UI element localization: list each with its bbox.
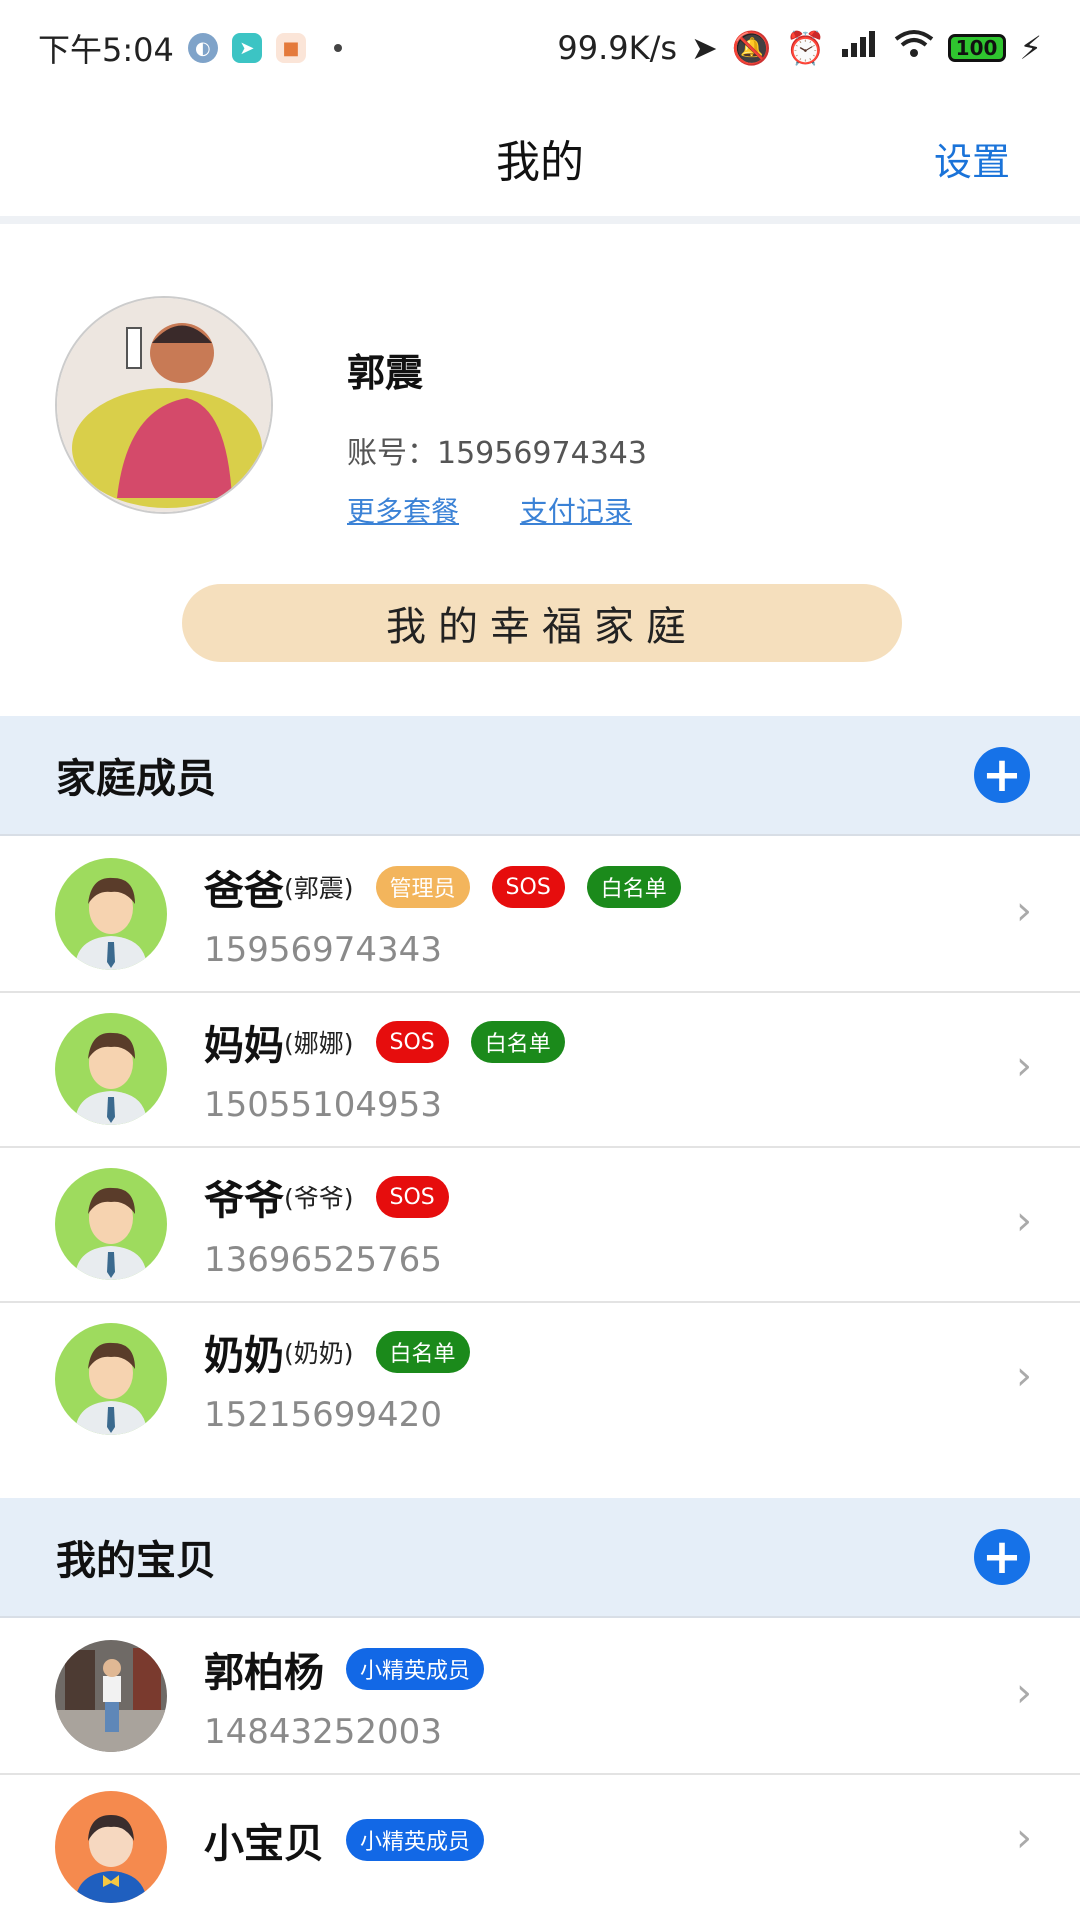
chevron-right-icon: ›	[1016, 888, 1032, 934]
whitelist-badge: 白名单	[470, 1021, 565, 1063]
baby-name-row: 小宝贝 小精英成员	[204, 1811, 506, 1869]
wifi-icon	[894, 29, 934, 67]
status-bar-right: 99.9K/s ➤ 🔕 ⏰ 100 ⚡	[557, 29, 1042, 67]
mute-icon: 🔕	[731, 29, 772, 67]
chevron-right-icon: ›	[1016, 1043, 1032, 1089]
admin-badge: 管理员	[375, 866, 470, 908]
plus-icon: +	[981, 1529, 1023, 1585]
add-family-member-button[interactable]: +	[974, 747, 1030, 803]
elite-member-badge: 小精英成员	[346, 1648, 485, 1690]
member-phone: 15956974343	[204, 930, 442, 970]
more-plans-link[interactable]: 更多套餐	[347, 495, 459, 528]
member-name-row: 爸爸 (郭震) 管理员 SOS 白名单	[204, 858, 703, 916]
baby-avatar	[55, 1640, 167, 1752]
chevron-right-icon: ›	[1016, 1815, 1032, 1861]
family-member-row[interactable]: 妈妈 (娜娜) SOS 白名单 15055104953 ›	[0, 993, 1080, 1148]
member-phone: 13696525765	[204, 1240, 442, 1280]
member-nickname: (爷爷)	[284, 1184, 354, 1213]
profile-card: 郭震 账号：15956974343 更多套餐 支付记录 我的幸福家庭	[0, 224, 1080, 716]
member-avatar	[55, 858, 167, 970]
profile-links: 更多套餐 支付记录	[347, 490, 684, 530]
user-name: 郭震	[347, 351, 424, 395]
more-notifications-dot-icon	[333, 44, 342, 52]
member-name: 爸爸	[204, 868, 284, 914]
account-info: 账号：15956974343	[347, 428, 647, 472]
account-number: 15956974343	[437, 436, 647, 471]
account-label: 账号：	[347, 436, 437, 471]
member-nickname: (郭震)	[284, 874, 354, 903]
baby-name-row: 郭柏杨 小精英成员	[204, 1640, 506, 1698]
whitelist-badge: 白名单	[375, 1331, 470, 1373]
payment-records-link[interactable]: 支付记录	[520, 495, 632, 528]
location-icon: ➤	[691, 29, 718, 67]
elite-member-badge: 小精英成员	[346, 1819, 485, 1861]
sos-badge: SOS	[375, 1176, 449, 1218]
member-name: 奶奶	[204, 1333, 284, 1379]
my-babies-header: 我的宝贝 +	[0, 1498, 1080, 1618]
user-avatar[interactable]	[55, 296, 273, 514]
member-name-row: 妈妈 (娜娜) SOS 白名单	[204, 1013, 587, 1071]
sos-badge: SOS	[491, 866, 565, 908]
baby-name: 郭柏杨	[204, 1650, 324, 1696]
nav-bar: 我的 设置	[0, 96, 1080, 220]
nav-divider	[0, 216, 1080, 224]
status-bar: 下午5:04 ◐ ➤ ■ 99.9K/s ➤ 🔕 ⏰ 100 ⚡	[0, 0, 1080, 96]
member-nickname: (奶奶)	[284, 1339, 354, 1368]
family-members-header: 家庭成员 +	[0, 716, 1080, 836]
plus-icon: +	[981, 747, 1023, 803]
family-member-row[interactable]: 爸爸 (郭震) 管理员 SOS 白名单 15956974343 ›	[0, 838, 1080, 993]
page-title: 我的	[496, 137, 584, 188]
member-name-row: 奶奶 (奶奶) 白名单	[204, 1323, 492, 1381]
member-phone: 15215699420	[204, 1395, 442, 1435]
shopping-bag-icon: ■	[275, 33, 306, 63]
chevron-right-icon: ›	[1016, 1198, 1032, 1244]
app-notification-icon: ◐	[187, 33, 218, 63]
section-title: 家庭成员	[56, 756, 216, 802]
baby-name: 小宝贝	[204, 1821, 324, 1867]
signal-icon	[840, 29, 880, 67]
whitelist-badge: 白名单	[586, 866, 681, 908]
sos-badge: SOS	[375, 1021, 449, 1063]
member-nickname: (娜娜)	[284, 1029, 354, 1058]
add-baby-button[interactable]: +	[974, 1529, 1030, 1585]
network-speed: 99.9K/s	[557, 29, 678, 67]
member-avatar	[55, 1323, 167, 1435]
family-member-row[interactable]: 爷爷 (爷爷) SOS 13696525765 ›	[0, 1148, 1080, 1303]
settings-button[interactable]: 设置	[934, 131, 1010, 186]
member-name: 爷爷	[204, 1178, 284, 1224]
family-member-row[interactable]: 奶奶 (奶奶) 白名单 15215699420 ›	[0, 1303, 1080, 1458]
section-title: 我的宝贝	[56, 1538, 216, 1584]
status-bar-left: 下午5:04 ◐ ➤ ■	[38, 25, 342, 71]
baby-avatar	[55, 1791, 167, 1903]
clock: 下午5:04	[38, 31, 174, 69]
member-phone: 15055104953	[204, 1085, 442, 1125]
member-name: 妈妈	[204, 1023, 284, 1069]
chevron-right-icon: ›	[1016, 1670, 1032, 1716]
baby-row[interactable]: 郭柏杨 小精英成员 14843252003 ›	[0, 1620, 1080, 1775]
member-avatar	[55, 1168, 167, 1280]
baby-phone: 14843252003	[204, 1712, 442, 1752]
battery-icon: 100	[947, 34, 1006, 62]
my-happy-family-button[interactable]: 我的幸福家庭	[182, 584, 902, 662]
send-app-icon: ➤	[231, 33, 262, 63]
member-avatar	[55, 1013, 167, 1125]
charging-icon: ⚡	[1019, 29, 1042, 67]
member-name-row: 爷爷 (爷爷) SOS	[204, 1168, 471, 1226]
baby-row[interactable]: 小宝贝 小精英成员 ›	[0, 1775, 1080, 1920]
chevron-right-icon: ›	[1016, 1353, 1032, 1399]
alarm-icon: ⏰	[785, 29, 826, 67]
